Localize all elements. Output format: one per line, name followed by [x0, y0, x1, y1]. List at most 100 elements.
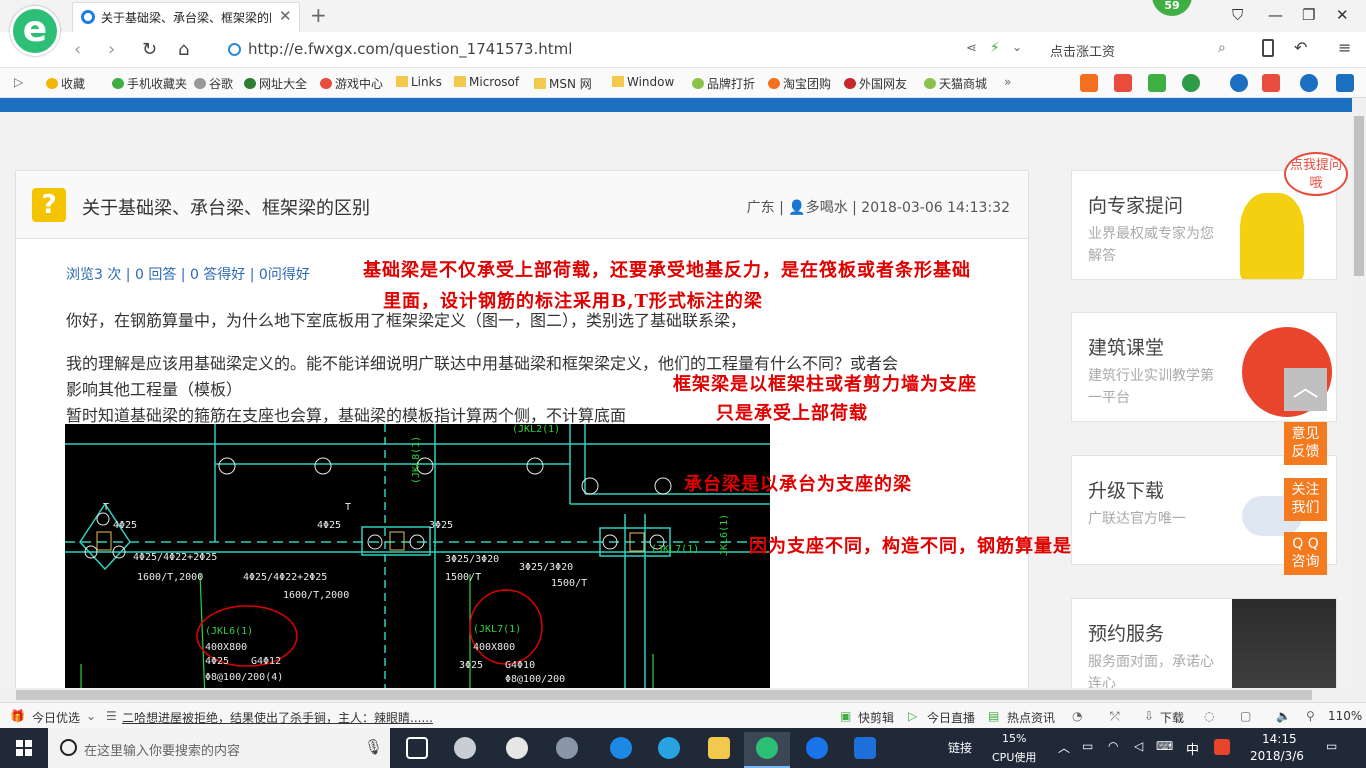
keyboard-icon[interactable]: ⌨ — [1156, 739, 1173, 753]
cad-label: 4Φ25/4Φ22+2Φ25 — [133, 552, 218, 563]
search-icon[interactable]: ⌕ — [1218, 40, 1226, 56]
microphone-icon[interactable]: 🎙 — [364, 738, 383, 756]
url-field[interactable]: http://e.fwxgx.com/question_1741573.html — [222, 37, 1022, 63]
new-tab-button[interactable]: + — [310, 3, 327, 27]
chevron-down-icon[interactable]: ⌄ — [86, 709, 96, 723]
cad-label: (JKL7(1) — [473, 624, 522, 635]
feedback-button[interactable]: 意见反馈 — [1284, 422, 1327, 465]
favorite-label: 游戏中心 — [335, 77, 384, 91]
windows-start-icon[interactable] — [16, 740, 32, 756]
handshake-image — [1232, 599, 1336, 688]
clock-date[interactable]: 2018/3/6 — [1250, 749, 1304, 763]
sidebar-toggle-icon[interactable]: ▷ — [14, 75, 23, 89]
browser-logo[interactable]: e — [10, 6, 60, 56]
favorite-item[interactable]: 谷歌 — [194, 75, 233, 92]
scissors-icon[interactable] — [1262, 74, 1280, 92]
horizontal-scroll-thumb[interactable] — [16, 690, 1312, 700]
network-icon[interactable]: ▭ — [1082, 739, 1093, 753]
follow-us-button[interactable]: 关注我们 — [1284, 478, 1327, 521]
news-headline-link[interactable]: 二哈想进屋被拒绝，结果使出了杀手锏，主人：辣眼睛...... — [122, 709, 433, 726]
favorite-item[interactable]: Window — [612, 75, 674, 89]
swirl-app-icon[interactable] — [544, 732, 590, 768]
favorite-item[interactable]: 外国网友 — [844, 75, 907, 92]
close-window-icon[interactable]: ✕ — [1336, 6, 1349, 24]
accelerate-icon[interactable]: ⤱ — [1110, 709, 1120, 724]
tab-close-icon[interactable]: ✕ — [279, 7, 292, 25]
live-link[interactable]: 今日直播 — [927, 709, 975, 726]
mobile-icon[interactable] — [1262, 39, 1274, 57]
undo-icon[interactable]: ↶ — [1294, 38, 1307, 57]
favorite-item[interactable]: 天猫商城 — [924, 75, 987, 92]
book-icon[interactable] — [1148, 74, 1166, 92]
notification-badge[interactable]: 59 — [1152, 0, 1192, 16]
qq-consult-button[interactable]: Q Q咨询 — [1284, 532, 1327, 575]
restore-icon[interactable]: ❐ — [1302, 6, 1315, 24]
browser-active-taskbar-icon[interactable] — [744, 732, 790, 768]
chevron-down-icon[interactable]: ⌄ — [1012, 40, 1022, 54]
ime-indicator[interactable]: 中 — [1186, 739, 1199, 758]
notification-center-icon[interactable]: ▭ — [1326, 739, 1337, 753]
annotation-frame-beam: 框架梁是以框架柱或者剪力墙为支座 — [673, 374, 977, 395]
grid-icon[interactable] — [1336, 74, 1354, 92]
home-icon[interactable]: ⌂ — [178, 39, 189, 60]
wifi-icon[interactable]: ◠ — [1108, 739, 1118, 753]
browser-e-taskbar-icon[interactable] — [494, 732, 540, 768]
clean-icon[interactable]: ◌ — [1204, 709, 1214, 723]
back-icon[interactable]: ‹ — [74, 39, 81, 60]
favorite-item[interactable]: 手机收藏夹 — [112, 75, 187, 92]
favorite-item[interactable]: 网址大全 — [244, 75, 307, 92]
download-link[interactable]: 下载 — [1160, 709, 1184, 726]
refresh-icon[interactable]: ↻ — [142, 39, 157, 60]
share-icon[interactable]: ⋖ — [966, 41, 977, 56]
appointment-service-card[interactable]: 预约服务 服务面对面，承诺心连心 — [1071, 598, 1337, 688]
hot-news-link[interactable]: 热点资讯 — [1007, 709, 1055, 726]
edge-icon[interactable] — [598, 732, 644, 768]
question-header: ? 关于基础梁、承台梁、框架梁的区别 广东 | 👤多喝水 | 2018-03-0… — [16, 171, 1028, 239]
favorite-item[interactable]: 品牌打折 — [692, 75, 755, 92]
speed-icon[interactable]: ◔ — [1072, 709, 1082, 723]
menu-icon[interactable]: ≡ — [1338, 38, 1351, 57]
vertical-scrollbar[interactable] — [1352, 98, 1366, 688]
ask-bubble[interactable]: 点我提问哦 — [1284, 152, 1348, 196]
back-to-top-button[interactable]: ︿ — [1284, 368, 1327, 411]
volume-icon[interactable]: ◁ — [1134, 739, 1143, 753]
taskbar-search-input[interactable]: 在这里输入你要搜索的内容 🎙 — [48, 728, 390, 768]
shirt-icon[interactable]: ⛉ — [1232, 6, 1243, 24]
favorite-item[interactable]: Links — [396, 75, 442, 89]
minimize-icon[interactable]: — — [1268, 6, 1283, 24]
search-input[interactable]: 点击涨工资 — [1050, 41, 1115, 60]
tab-active[interactable]: 关于基础梁、承台梁、框架梁的区 ✕ — [72, 2, 300, 32]
discount-icon[interactable] — [1114, 74, 1132, 92]
favorite-item[interactable]: Microsof — [454, 75, 519, 89]
today-picks-link[interactable]: 今日优选 — [32, 709, 80, 726]
zoom-level[interactable]: 110% — [1328, 709, 1362, 723]
fan-app-icon[interactable] — [442, 732, 488, 768]
calendar-icon[interactable] — [1080, 74, 1098, 92]
glodon-icon[interactable] — [842, 732, 888, 768]
favorite-item[interactable]: 淘宝团购 — [768, 75, 831, 92]
favorite-item[interactable]: MSN 网 — [534, 75, 592, 92]
globe-icon[interactable] — [1230, 74, 1248, 92]
file-explorer-icon[interactable] — [696, 732, 742, 768]
favorite-item[interactable]: 收藏 — [46, 75, 85, 92]
magnifier-icon[interactable] — [1300, 74, 1318, 92]
lightning-icon[interactable]: ⚡ — [990, 40, 1000, 56]
tray-expand-icon[interactable]: ︿ — [1058, 739, 1070, 756]
browser-c-icon[interactable] — [794, 732, 840, 768]
horizontal-scrollbar[interactable] — [0, 688, 1366, 702]
shield-icon[interactable] — [1182, 74, 1200, 92]
links-toolbar-label[interactable]: 链接 — [948, 739, 972, 756]
more-favorites-icon[interactable]: » — [1004, 75, 1011, 89]
url-text: http://e.fwxgx.com/question_1741573.html — [248, 40, 573, 58]
clock-time[interactable]: 14:15 — [1262, 732, 1297, 746]
forward-icon[interactable]: › — [108, 39, 115, 60]
vertical-scroll-thumb[interactable] — [1354, 116, 1364, 276]
ie-icon[interactable] — [646, 732, 692, 768]
sound-icon[interactable]: 🔈 — [1276, 709, 1291, 723]
quick-edit-link[interactable]: 快剪辑 — [858, 709, 894, 726]
cad-drawing-image[interactable]: T 4Φ25 4Φ25/4Φ22+2Φ25 1600/T,2000 4Φ25/4Φ22+… — [65, 424, 770, 688]
window-icon[interactable]: ▢ — [1240, 709, 1251, 723]
sogou-ime-icon[interactable] — [1214, 739, 1230, 755]
task-view-icon[interactable] — [394, 732, 440, 768]
favorite-item[interactable]: 游戏中心 — [320, 75, 383, 92]
